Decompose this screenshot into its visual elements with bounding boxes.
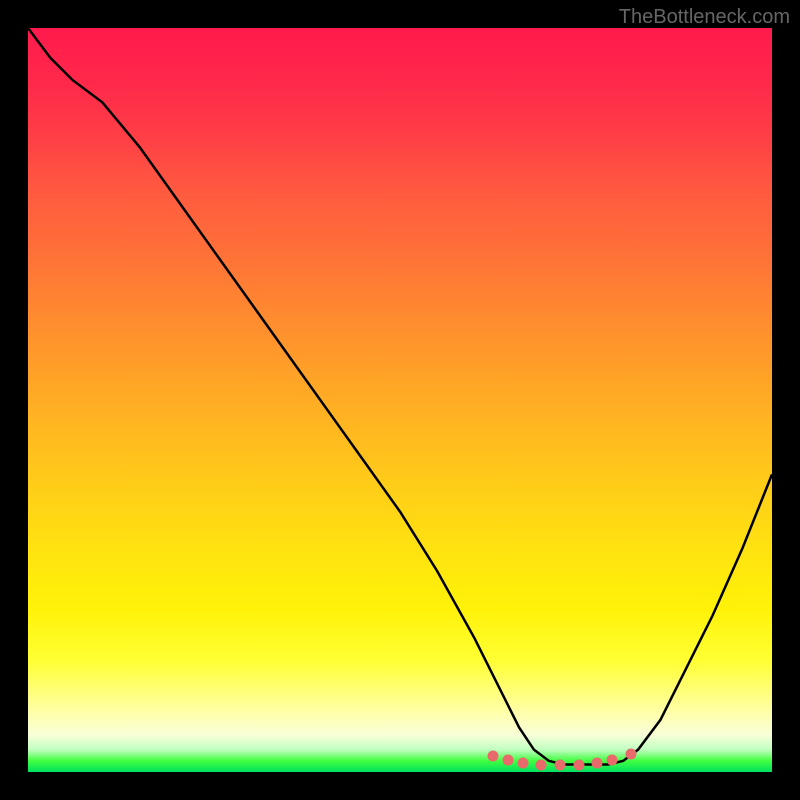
- chart-marker: [554, 759, 565, 770]
- chart-marker: [625, 749, 636, 760]
- chart-marker: [536, 759, 547, 770]
- chart-marker: [502, 755, 513, 766]
- chart-markers-layer: [28, 28, 772, 772]
- chart-plot-area: [28, 28, 772, 772]
- chart-marker: [517, 758, 528, 769]
- chart-marker: [607, 755, 618, 766]
- chart-marker: [592, 758, 603, 769]
- chart-marker: [573, 759, 584, 770]
- watermark-text: TheBottleneck.com: [619, 6, 790, 29]
- chart-marker: [488, 750, 499, 761]
